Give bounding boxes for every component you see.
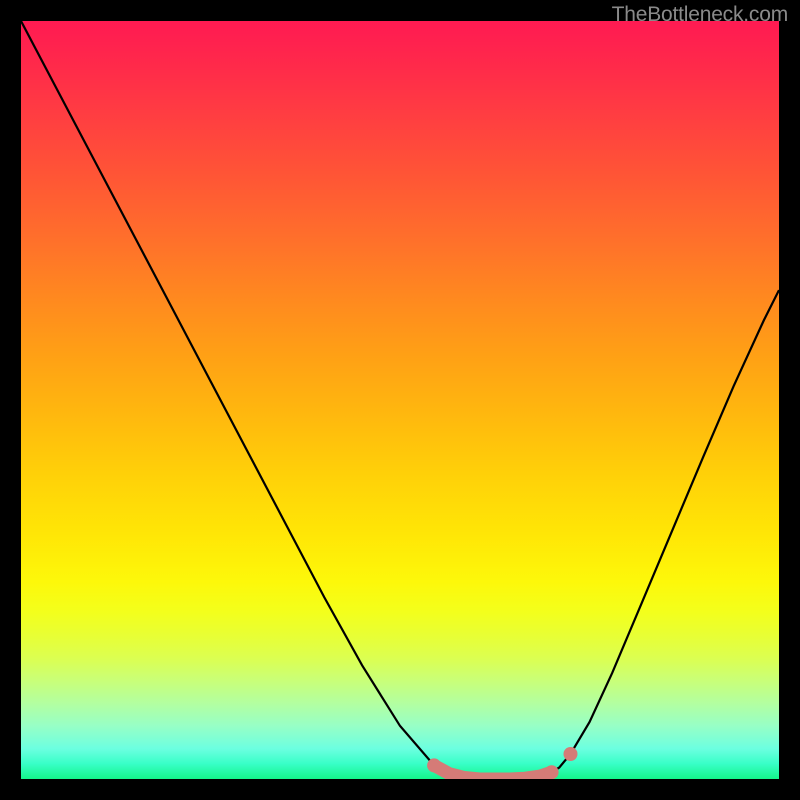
marker-group: [427, 747, 577, 779]
bottleneck-curve: [21, 21, 779, 779]
chart-frame: [21, 21, 779, 779]
extra-marker-dot: [564, 747, 578, 761]
watermark-text: TheBottleneck.com: [612, 3, 788, 27]
valley-segment-marker: [434, 765, 551, 779]
segment-end-dot: [427, 758, 441, 772]
segment-end-dot: [545, 765, 559, 779]
chart-svg: [21, 21, 779, 779]
